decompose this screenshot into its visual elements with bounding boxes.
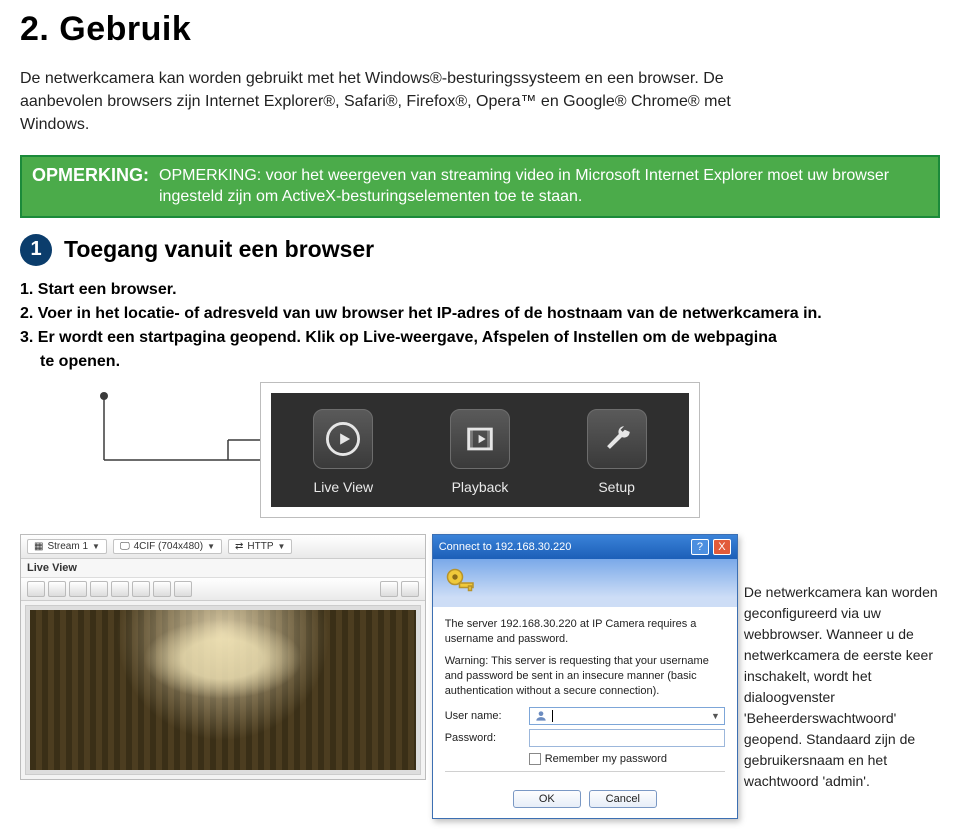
chevron-down-icon: ▼ — [207, 542, 215, 551]
protocol-value: HTTP — [247, 541, 273, 552]
chevron-down-icon: ▼ — [278, 542, 286, 551]
tile-setup[interactable]: Setup — [562, 409, 672, 495]
live-view-tab-label: Live View — [21, 559, 425, 578]
step-number-badge: 1 — [20, 234, 52, 266]
dialog-message-1: The server 192.168.30.220 at IP Camera r… — [445, 617, 725, 647]
live-view-button-row — [21, 578, 425, 601]
username-caret — [552, 710, 553, 722]
film-icon — [450, 409, 510, 469]
tile-label: Playback — [425, 479, 535, 495]
keys-lock-icon — [443, 565, 479, 601]
chevron-down-icon: ▼ — [92, 542, 100, 551]
resolution-dropdown[interactable]: 🖵 4CIF (704x480) ▼ — [113, 539, 222, 554]
dialog-banner — [433, 559, 737, 607]
toolbar-button[interactable] — [111, 581, 129, 597]
note-callout: OPMERKING: OPMERKING: voor het weergeven… — [20, 155, 940, 218]
close-button[interactable]: X — [713, 539, 731, 555]
step-title: Toegang vanuit een browser — [64, 236, 374, 263]
tile-live-view[interactable]: Live View — [288, 409, 398, 495]
monitor-icon: 🖵 — [120, 541, 130, 552]
toolbar-button[interactable] — [90, 581, 108, 597]
cancel-button[interactable]: Cancel — [589, 790, 657, 808]
tiles-row: Live View Playback Setup — [271, 393, 689, 507]
stream-value: Stream 1 — [47, 541, 88, 552]
instruction-3-line2: te openen. — [20, 350, 900, 374]
tile-label: Setup — [562, 479, 672, 495]
dialog-warning: Warning: This server is requesting that … — [445, 654, 725, 699]
instruction-2: 2. Voer in het locatie- of adresveld van… — [20, 302, 900, 326]
toolbar-button[interactable] — [132, 581, 150, 597]
instruction-3-line1: 3. Er wordt een startpagina geopend. Kli… — [20, 326, 900, 350]
tiles-screenshot-frame: Live View Playback Setup — [260, 382, 700, 518]
chevron-down-icon[interactable]: ▼ — [711, 711, 720, 721]
user-icon — [534, 709, 548, 723]
remember-label: Remember my password — [545, 753, 667, 765]
sidebar-caption: De netwerkcamera kan worden geconfiguree… — [744, 534, 940, 792]
video-preview-image — [30, 610, 416, 770]
video-area — [21, 601, 425, 779]
live-view-window: ▦ Stream 1 ▼ 🖵 4CIF (704x480) ▼ ⇄ HTTP ▼… — [20, 534, 426, 780]
toolbar-button[interactable] — [153, 581, 171, 597]
section-heading: 2. Gebruik — [20, 10, 940, 49]
intro-paragraph: De netwerkcamera kan worden gebruikt met… — [20, 67, 780, 137]
username-label: User name: — [445, 710, 529, 722]
toolbar-button[interactable] — [69, 581, 87, 597]
toolbar-button[interactable] — [401, 581, 419, 597]
note-body: OPMERKING: voor het weergeven van stream… — [159, 165, 928, 208]
note-label: OPMERKING: — [32, 165, 149, 186]
toolbar-button[interactable] — [174, 581, 192, 597]
instruction-list: 1. Start een browser. 2. Voer in het loc… — [20, 278, 900, 374]
live-view-toolbar: ▦ Stream 1 ▼ 🖵 4CIF (704x480) ▼ ⇄ HTTP ▼ — [21, 535, 425, 559]
username-input[interactable]: ▼ — [529, 707, 725, 725]
resolution-value: 4CIF (704x480) — [134, 541, 203, 552]
toolbar-button[interactable] — [48, 581, 66, 597]
toolbar-button[interactable] — [27, 581, 45, 597]
help-button[interactable]: ? — [691, 539, 709, 555]
signal-icon: ⇄ — [235, 541, 243, 552]
divider — [445, 771, 725, 772]
tile-label: Live View — [288, 479, 398, 495]
tile-playback[interactable]: Playback — [425, 409, 535, 495]
password-input[interactable] — [529, 729, 725, 747]
grid-icon: ▦ — [34, 541, 43, 552]
wrench-icon — [587, 409, 647, 469]
play-circle-icon — [313, 409, 373, 469]
dialog-titlebar: Connect to 192.168.30.220 ? X — [433, 535, 737, 559]
password-label: Password: — [445, 732, 529, 744]
step-header: 1 Toegang vanuit een browser — [20, 234, 940, 266]
toolbar-button[interactable] — [380, 581, 398, 597]
ok-button[interactable]: OK — [513, 790, 581, 808]
stream-dropdown[interactable]: ▦ Stream 1 ▼ — [27, 539, 107, 554]
protocol-dropdown[interactable]: ⇄ HTTP ▼ — [228, 539, 292, 554]
remember-checkbox[interactable] — [529, 753, 541, 765]
instruction-1: 1. Start een browser. — [20, 278, 900, 302]
dialog-title-text: Connect to 192.168.30.220 — [439, 541, 572, 553]
login-dialog: Connect to 192.168.30.220 ? X The server… — [432, 534, 738, 819]
